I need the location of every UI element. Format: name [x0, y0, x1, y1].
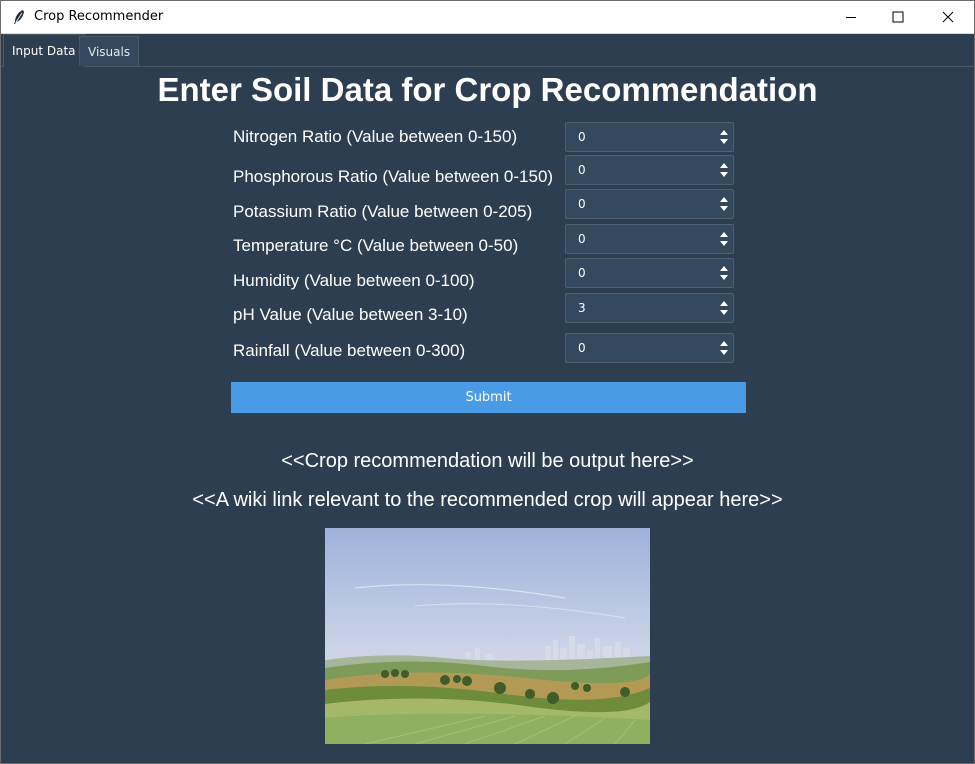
humidity-spinbox[interactable]: 0	[565, 258, 734, 288]
spin-arrows-icon[interactable]	[719, 127, 729, 147]
title-bar[interactable]: Crop Recommender	[1, 1, 974, 34]
spin-arrows-icon[interactable]	[719, 229, 729, 249]
close-button[interactable]	[925, 1, 971, 33]
spin-arrows-icon[interactable]	[719, 194, 729, 214]
temperature-value[interactable]: 0	[578, 225, 586, 253]
rainfall-spinbox[interactable]: 0	[565, 333, 734, 363]
spin-arrows-icon[interactable]	[719, 338, 729, 358]
ph-spinbox[interactable]: 3	[565, 293, 734, 323]
farmland-landscape-image	[325, 528, 650, 744]
submit-button[interactable]: Submit	[231, 382, 746, 413]
app-window: Crop Recommender Input Data Visuals Ente…	[0, 0, 975, 764]
nitrogen-label: Nitrogen Ratio (Value between 0-150)	[233, 127, 518, 146]
wiki-link-output[interactable]: <<A wiki link relevant to the recommende…	[1, 489, 974, 512]
ph-label: pH Value (Value between 3-10)	[233, 305, 468, 324]
phosphorous-label: Phosphorous Ratio (Value between 0-150)	[233, 167, 554, 186]
phosphorous-spinbox[interactable]: 0	[565, 155, 734, 185]
temperature-label: Temperature °C (Value between 0-50)	[233, 236, 519, 255]
tab-bar: Input Data Visuals	[1, 34, 974, 67]
humidity-value[interactable]: 0	[578, 259, 586, 287]
potassium-spinbox[interactable]: 0	[565, 189, 734, 219]
maximize-button[interactable]	[875, 1, 921, 33]
minimize-icon	[846, 17, 856, 18]
tab-input-data[interactable]: Input Data	[3, 34, 85, 67]
minimize-button[interactable]	[828, 1, 874, 33]
rainfall-value[interactable]: 0	[578, 334, 586, 362]
potassium-label: Potassium Ratio (Value between 0-205)	[233, 202, 533, 221]
tab-visuals[interactable]: Visuals	[79, 36, 140, 66]
phosphorous-value[interactable]: 0	[578, 156, 586, 184]
temperature-spinbox[interactable]: 0	[565, 224, 734, 254]
rainfall-label: Rainfall (Value between 0-300)	[233, 341, 466, 360]
spin-arrows-icon[interactable]	[719, 298, 729, 318]
nitrogen-spinbox[interactable]: 0	[565, 122, 734, 152]
spin-arrows-icon[interactable]	[719, 160, 729, 180]
page-title: Enter Soil Data for Crop Recommendation	[157, 71, 818, 108]
recommendation-output: <<Crop recommendation will be output her…	[281, 450, 694, 472]
maximize-icon	[892, 11, 904, 23]
window-title: Crop Recommender	[34, 9, 164, 24]
spin-arrows-icon[interactable]	[719, 263, 729, 283]
close-icon	[942, 11, 954, 23]
potassium-value[interactable]: 0	[578, 190, 586, 218]
feather-icon	[14, 10, 24, 24]
nitrogen-value[interactable]: 0	[578, 123, 586, 151]
ph-value[interactable]: 3	[578, 294, 586, 322]
humidity-label: Humidity (Value between 0-100)	[233, 271, 475, 290]
